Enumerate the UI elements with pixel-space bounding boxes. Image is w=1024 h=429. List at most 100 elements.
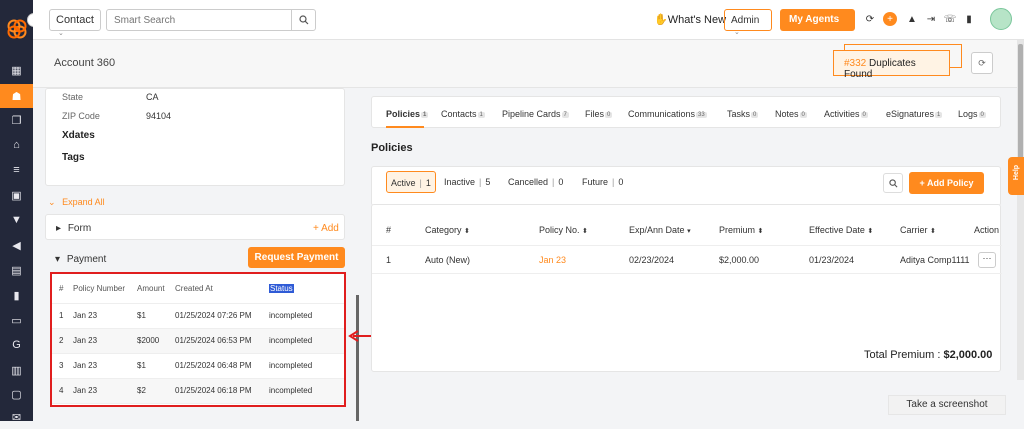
- col-carrier[interactable]: Carrier ⬍: [900, 225, 936, 235]
- form-section-title: ▸ Form: [56, 223, 92, 234]
- tab-activities[interactable]: Activities 0: [824, 109, 868, 119]
- row-created-at: 01/25/2024 06:48 PM: [168, 353, 262, 379]
- tab-files[interactable]: Files 0: [585, 109, 613, 119]
- policy-number-link[interactable]: Jan 23: [539, 255, 566, 265]
- admin-select[interactable]: Admin ⌄: [724, 9, 772, 36]
- calculator-icon[interactable]: ▥: [0, 358, 33, 382]
- mail-icon[interactable]: ✉: [0, 405, 33, 429]
- table-row[interactable]: 4 Jan 23 $2 01/25/2024 06:18 PM incomple…: [52, 378, 344, 404]
- take-screenshot-tooltip[interactable]: Take a screenshot: [888, 395, 1006, 415]
- tab-count: 0: [860, 112, 868, 118]
- google-icon[interactable]: G: [0, 333, 33, 357]
- avatar[interactable]: [990, 8, 1012, 30]
- page-scrollbar[interactable]: [1017, 40, 1024, 380]
- scrollbar-thumb[interactable]: [1018, 44, 1023, 159]
- tab-policies[interactable]: Policies 1: [386, 109, 429, 119]
- bell-icon[interactable]: ▲: [905, 12, 919, 26]
- form-section[interactable]: ▸ Form + Add: [45, 214, 345, 240]
- sort-desc-icon: ▾: [687, 228, 691, 235]
- megaphone-icon[interactable]: ◀: [0, 233, 33, 257]
- row-status: incompleted: [262, 303, 344, 329]
- document-icon[interactable]: ▮: [962, 12, 976, 26]
- folder-icon[interactable]: ▭: [0, 308, 33, 332]
- policies-table: # Category ⬍ Policy No. ⬍ Exp/Ann Date ▾…: [371, 204, 1002, 372]
- row-actions-button[interactable]: ···: [978, 252, 996, 268]
- contacts-icon[interactable]: ☗: [0, 84, 33, 108]
- documents-icon[interactable]: ❐: [0, 108, 33, 132]
- app-logo-icon[interactable]: [6, 18, 28, 40]
- add-form-link[interactable]: + Add: [313, 223, 339, 234]
- profile-card-icon[interactable]: ▣: [0, 183, 33, 207]
- col-category[interactable]: Category ⬍: [425, 225, 470, 235]
- top-bar: Contact ⌄ ✋What's New Admin ⌄ My Agents …: [33, 0, 1024, 40]
- tab-contacts[interactable]: Contacts 1: [441, 109, 485, 119]
- filter-inactive[interactable]: Inactive | 5: [444, 171, 490, 193]
- filter-icon[interactable]: ▼: [0, 208, 33, 232]
- phone-icon[interactable]: ☏: [943, 12, 957, 26]
- row-num: 4: [52, 378, 66, 404]
- duplicates-found-badge[interactable]: #332 Duplicates Found: [833, 50, 950, 80]
- list-icon[interactable]: ≡: [0, 158, 33, 182]
- table-row[interactable]: 3 Jan 23 $1 01/25/2024 06:48 PM incomple…: [52, 353, 344, 379]
- details-card: State CA ZIP Code 94104 Xdates Tags: [45, 88, 345, 186]
- calendar-icon[interactable]: ▢: [0, 382, 33, 406]
- filter-future[interactable]: Future | 0: [582, 171, 623, 193]
- policy-search-button[interactable]: [883, 173, 903, 193]
- tab-notes[interactable]: Notes 0: [775, 109, 807, 119]
- add-policy-button[interactable]: + Add Policy: [909, 172, 984, 194]
- row-created-at: 01/25/2024 07:26 PM: [168, 303, 262, 329]
- filter-cancelled[interactable]: Cancelled | 0: [508, 171, 563, 193]
- col-policy-no[interactable]: Policy No. ⬍: [539, 225, 588, 235]
- row-amount: $2: [130, 378, 168, 404]
- chevron-down-icon: ⌄: [734, 29, 740, 36]
- table-row[interactable]: 1 Jan 23 $1 01/25/2024 07:26 PM incomple…: [52, 303, 344, 329]
- table-row[interactable]: 1 Auto (New) Jan 23 02/23/2024 $2,000.00…: [372, 245, 1002, 274]
- col-effective-date[interactable]: Effective Date ⬍: [809, 225, 873, 235]
- filter-count: 5: [485, 177, 491, 187]
- page-header: Account 360 #332 Duplicates Found ⟳: [33, 40, 1024, 88]
- smart-search-input[interactable]: [106, 9, 316, 31]
- filter-count: 0: [618, 177, 624, 187]
- tab-count: 7: [561, 112, 569, 118]
- tab-esignatures[interactable]: eSignatures 1: [886, 109, 943, 119]
- request-payment-button[interactable]: Request Payment: [248, 247, 345, 268]
- col-premium[interactable]: Premium ⬍: [719, 225, 763, 235]
- refresh-button[interactable]: ⟳: [971, 52, 993, 74]
- col-exp-date[interactable]: Exp/Ann Date ▾: [629, 225, 691, 235]
- tab-tasks[interactable]: Tasks 0: [727, 109, 759, 119]
- plus-circle-icon[interactable]: +: [883, 12, 897, 26]
- sync-icon[interactable]: ⟳: [863, 12, 877, 26]
- payments-table: # Policy Number Amount Created At Status…: [50, 272, 346, 407]
- help-tab[interactable]: Help: [1008, 157, 1024, 195]
- filter-active[interactable]: Active | 1: [386, 171, 436, 193]
- sort-icon: ⬍: [464, 228, 470, 235]
- notebook-icon[interactable]: ▤: [0, 258, 33, 282]
- total-premium-value: $2,000.00: [943, 349, 993, 361]
- tags-heading: Tags: [62, 152, 85, 163]
- chart-icon[interactable]: ▮: [0, 283, 33, 307]
- search-icon: [299, 15, 309, 25]
- xdates-heading: Xdates: [62, 130, 95, 141]
- payments-header-row: # Policy Number Amount Created At Status: [52, 274, 344, 304]
- bank-icon[interactable]: ⌂: [0, 133, 33, 157]
- left-panel-scrollbar[interactable]: [356, 295, 359, 421]
- filter-label: Active: [391, 178, 416, 188]
- table-row[interactable]: 2 Jan 23 $2000 01/25/2024 06:53 PM incom…: [52, 328, 344, 354]
- tab-communications[interactable]: Communications 33: [628, 109, 707, 119]
- row-policy-number: Jan 23: [66, 328, 130, 354]
- expand-all-toggle[interactable]: ⌄ Expand All: [48, 197, 105, 208]
- payment-section-title[interactable]: ▾ Payment: [55, 254, 106, 265]
- tab-pipeline-cards[interactable]: Pipeline Cards 7: [502, 109, 569, 119]
- my-agents-button[interactable]: My Agents ⌄: [780, 9, 855, 35]
- whats-new-link[interactable]: ✋What's New: [654, 13, 726, 26]
- col-policy-number: Policy Number: [66, 274, 130, 304]
- tab-logs[interactable]: Logs 0: [958, 109, 986, 119]
- state-value: CA: [146, 92, 159, 102]
- contact-type-select[interactable]: Contact ⌄: [49, 9, 101, 37]
- tab-label: Communications: [628, 109, 696, 119]
- chevron-down-icon: ⌄: [58, 30, 64, 37]
- tab-count: 1: [935, 112, 943, 118]
- logout-icon[interactable]: ⇥: [924, 12, 938, 26]
- dashboard-icon[interactable]: ▦: [0, 58, 33, 82]
- search-button[interactable]: [291, 9, 316, 31]
